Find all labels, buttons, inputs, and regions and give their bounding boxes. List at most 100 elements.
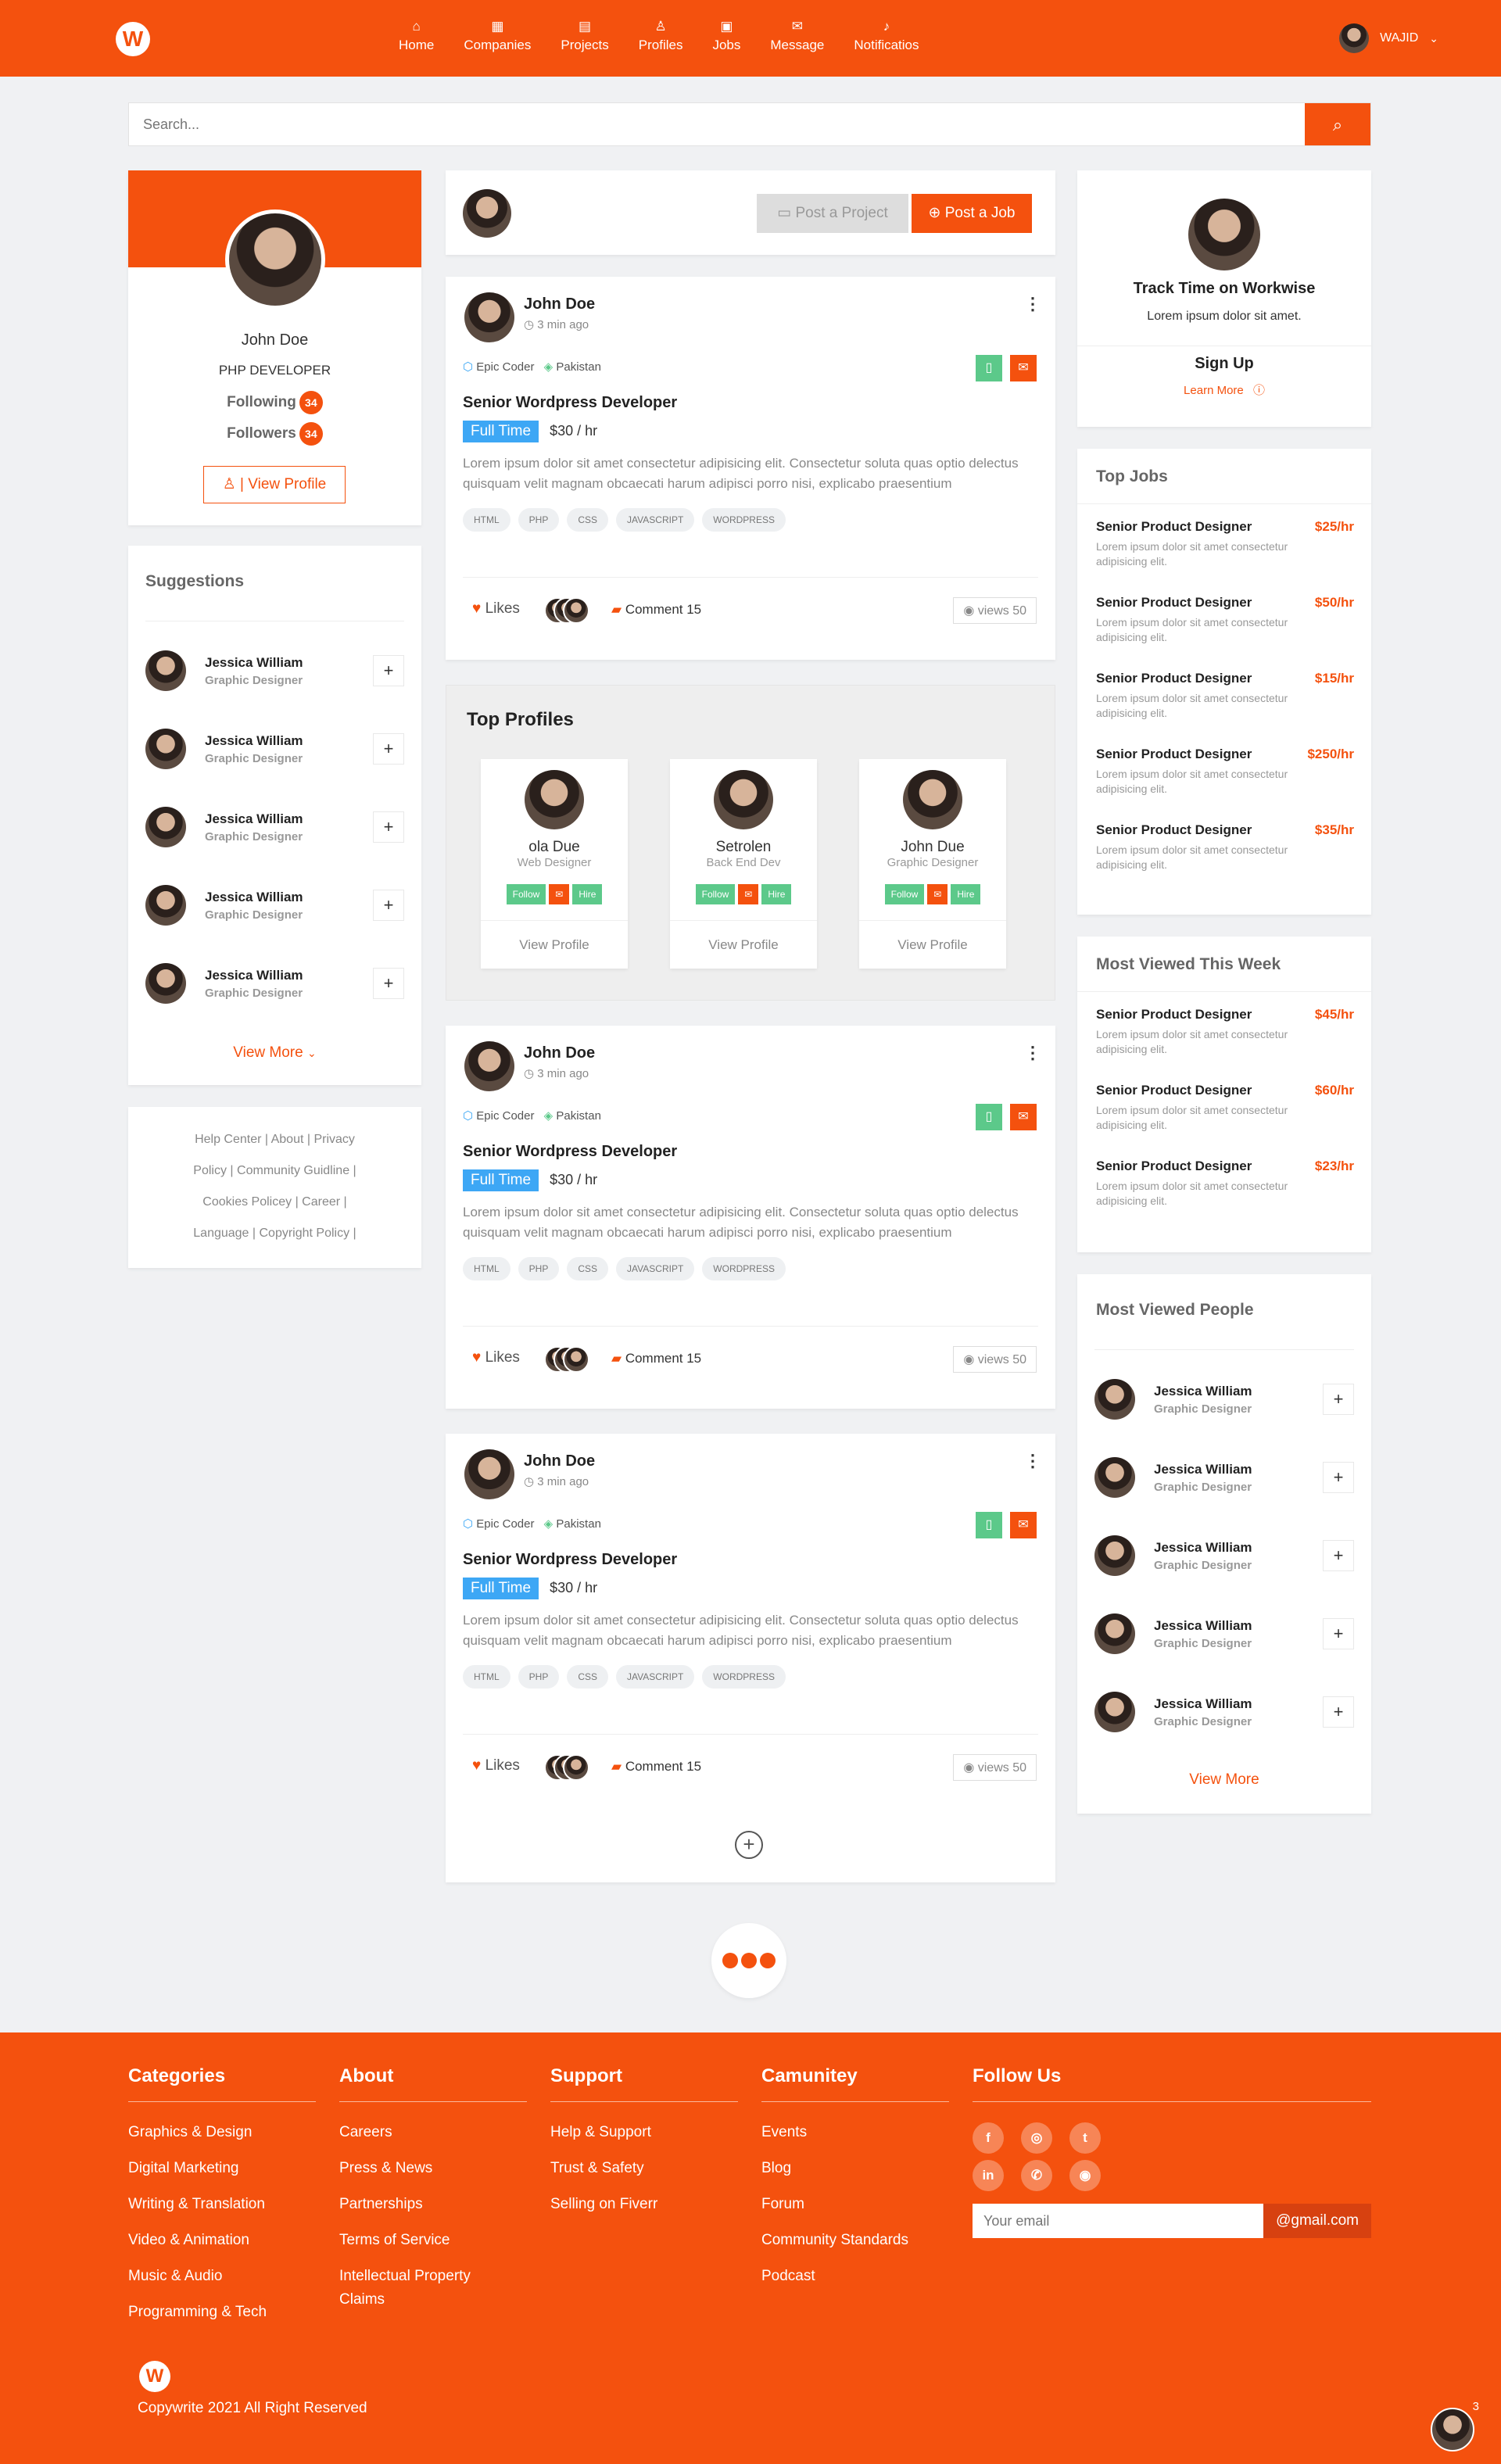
skill-tag[interactable]: CSS bbox=[567, 508, 609, 532]
following-count[interactable]: Following 34 bbox=[128, 391, 421, 414]
nav-profiles[interactable]: ♙ Profiles bbox=[639, 19, 683, 53]
link-language[interactable]: Language bbox=[193, 1227, 249, 1240]
skill-tag[interactable]: JAVASCRIPT bbox=[616, 1257, 695, 1280]
hire-button[interactable]: Hire bbox=[761, 884, 792, 904]
hire-button[interactable]: Hire bbox=[572, 884, 603, 904]
search-button[interactable]: ⌕ bbox=[1305, 103, 1370, 145]
add-user-button[interactable]: + bbox=[373, 890, 404, 921]
add-user-button[interactable]: + bbox=[373, 811, 404, 843]
footer-link[interactable]: Podcast bbox=[761, 2265, 949, 2288]
skill-tag[interactable]: HTML bbox=[463, 508, 510, 532]
whatsapp-icon[interactable]: ✆ bbox=[1021, 2160, 1052, 2191]
add-user-button[interactable]: + bbox=[373, 733, 404, 765]
skill-tag[interactable]: CSS bbox=[567, 1665, 609, 1689]
add-user-button[interactable]: + bbox=[1323, 1462, 1354, 1493]
message-button[interactable]: ✉ bbox=[927, 884, 948, 904]
add-user-button[interactable]: + bbox=[1323, 1540, 1354, 1571]
link-about[interactable]: About bbox=[271, 1133, 304, 1146]
footer-link[interactable]: Selling on Fiverr bbox=[550, 2193, 738, 2216]
search-input[interactable] bbox=[129, 103, 1305, 145]
add-user-button[interactable]: + bbox=[373, 968, 404, 999]
footer-link[interactable]: Blog bbox=[761, 2157, 949, 2180]
add-user-button[interactable]: + bbox=[1323, 1384, 1354, 1415]
follow-button[interactable]: Follow bbox=[506, 884, 546, 904]
like-button[interactable]: ♥ Likes bbox=[472, 1349, 520, 1366]
skill-tag[interactable]: JAVASCRIPT bbox=[616, 508, 695, 532]
message-button[interactable]: ✉ bbox=[1010, 1104, 1037, 1130]
job-item[interactable]: Senior Product Designer $15/hr Lorem ipsum… bbox=[1096, 671, 1354, 721]
facebook-icon[interactable]: f bbox=[973, 2122, 1004, 2154]
nav-projects[interactable]: ▤ Projects bbox=[561, 19, 608, 53]
nav-jobs[interactable]: ▣ Jobs bbox=[712, 19, 740, 53]
skill-tag[interactable]: WORDPRESS bbox=[702, 1665, 786, 1689]
comment-button[interactable]: ▰ Comment 15 bbox=[611, 1351, 701, 1366]
footer-link[interactable]: Trust & Safety bbox=[550, 2157, 738, 2180]
add-user-button[interactable]: + bbox=[1323, 1618, 1354, 1649]
add-user-button[interactable]: + bbox=[373, 655, 404, 686]
twitter-icon[interactable]: t bbox=[1069, 2122, 1101, 2154]
chat-avatar[interactable]: 3 bbox=[1431, 2400, 1479, 2451]
reddit-icon[interactable]: ◉ bbox=[1069, 2160, 1101, 2191]
job-item[interactable]: Senior Product Designer $23/hr Lorem ipsum… bbox=[1096, 1159, 1354, 1209]
skill-tag[interactable]: WORDPRESS bbox=[702, 508, 786, 532]
link-cookies[interactable]: Cookies Policey bbox=[202, 1195, 292, 1209]
job-item[interactable]: Senior Product Designer $50/hr Lorem ipsum… bbox=[1096, 595, 1354, 645]
footer-logo[interactable]: W bbox=[139, 2361, 170, 2392]
footer-link[interactable]: Writing & Translation bbox=[128, 2193, 316, 2216]
message-button[interactable]: ✉ bbox=[1010, 355, 1037, 381]
view-profile-button[interactable]: ♙ | View Profile bbox=[203, 466, 346, 503]
newsletter-email-input[interactable] bbox=[973, 2204, 1264, 2238]
bookmark-button[interactable]: ▯ bbox=[976, 1104, 1002, 1130]
more-options-icon[interactable]: ⋮ bbox=[1024, 1451, 1041, 1471]
footer-link[interactable]: Video & Animation bbox=[128, 2229, 316, 2252]
link-help-center[interactable]: Help Center bbox=[195, 1133, 261, 1146]
link-copyright[interactable]: Copyright Policy bbox=[260, 1227, 350, 1240]
message-button[interactable]: ✉ bbox=[738, 884, 759, 904]
user-menu[interactable]: WAJID ⌄ bbox=[1339, 23, 1438, 53]
view-profile-link[interactable]: View Profile bbox=[859, 937, 1006, 953]
hire-button[interactable]: Hire bbox=[951, 884, 981, 904]
link-privacy[interactable]: Privacy bbox=[313, 1133, 354, 1146]
skill-tag[interactable]: PHP bbox=[518, 1665, 560, 1689]
footer-link[interactable]: Intellectual Property Claims bbox=[339, 2265, 488, 2312]
footer-link[interactable]: Partnerships bbox=[339, 2193, 527, 2216]
more-options-icon[interactable]: ⋮ bbox=[1024, 294, 1041, 314]
link-policy[interactable]: Policy bbox=[193, 1164, 227, 1177]
footer-link[interactable]: Community Standards bbox=[761, 2229, 949, 2252]
brand-logo[interactable]: W bbox=[116, 22, 150, 56]
footer-link[interactable]: Terms of Service bbox=[339, 2229, 527, 2252]
footer-link[interactable]: Careers bbox=[339, 2121, 527, 2144]
nav-home[interactable]: ⌂ Home bbox=[399, 19, 434, 53]
skill-tag[interactable]: WORDPRESS bbox=[702, 1257, 786, 1280]
view-profile-link[interactable]: View Profile bbox=[670, 937, 817, 953]
view-profile-link[interactable]: View Profile bbox=[481, 937, 628, 953]
post-project-button[interactable]: ▭ Post a Project bbox=[757, 194, 908, 233]
skill-tag[interactable]: CSS bbox=[567, 1257, 609, 1280]
message-button[interactable]: ✉ bbox=[549, 884, 570, 904]
skill-tag[interactable]: HTML bbox=[463, 1257, 510, 1280]
footer-link[interactable]: Events bbox=[761, 2121, 949, 2144]
message-button[interactable]: ✉ bbox=[1010, 1512, 1037, 1538]
bookmark-button[interactable]: ▯ bbox=[976, 1512, 1002, 1538]
footer-link[interactable]: Press & News bbox=[339, 2157, 527, 2180]
job-item[interactable]: Senior Product Designer $250/hr Lorem ipsu… bbox=[1096, 747, 1354, 797]
link-career[interactable]: Career bbox=[302, 1195, 340, 1209]
job-item[interactable]: Senior Product Designer $35/hr Lorem ipsum… bbox=[1096, 822, 1354, 872]
learn-more-link[interactable]: Learn More ⓘ bbox=[1077, 381, 1371, 398]
link-community[interactable]: Community Guidline bbox=[237, 1164, 349, 1177]
load-more-icon[interactable]: + bbox=[735, 1831, 763, 1859]
comment-button[interactable]: ▰ Comment 15 bbox=[611, 1759, 701, 1775]
nav-message[interactable]: ✉ Message bbox=[770, 19, 824, 53]
bookmark-button[interactable]: ▯ bbox=[976, 355, 1002, 381]
instagram-icon[interactable]: ◎ bbox=[1021, 2122, 1052, 2154]
nav-notifications[interactable]: ♪ Notificatios bbox=[854, 19, 919, 53]
skill-tag[interactable]: JAVASCRIPT bbox=[616, 1665, 695, 1689]
footer-link[interactable]: Forum bbox=[761, 2193, 949, 2216]
add-user-button[interactable]: + bbox=[1323, 1696, 1354, 1728]
like-button[interactable]: ♥ Likes bbox=[472, 1757, 520, 1775]
view-more-link[interactable]: View More ⌄ bbox=[128, 1044, 421, 1062]
post-job-button[interactable]: ⊕ Post a Job bbox=[912, 194, 1032, 233]
job-item[interactable]: Senior Product Designer $25/hr Lorem ipsum… bbox=[1096, 519, 1354, 569]
footer-link[interactable]: Graphics & Design bbox=[128, 2121, 316, 2144]
nav-companies[interactable]: ▦ Companies bbox=[464, 19, 531, 53]
